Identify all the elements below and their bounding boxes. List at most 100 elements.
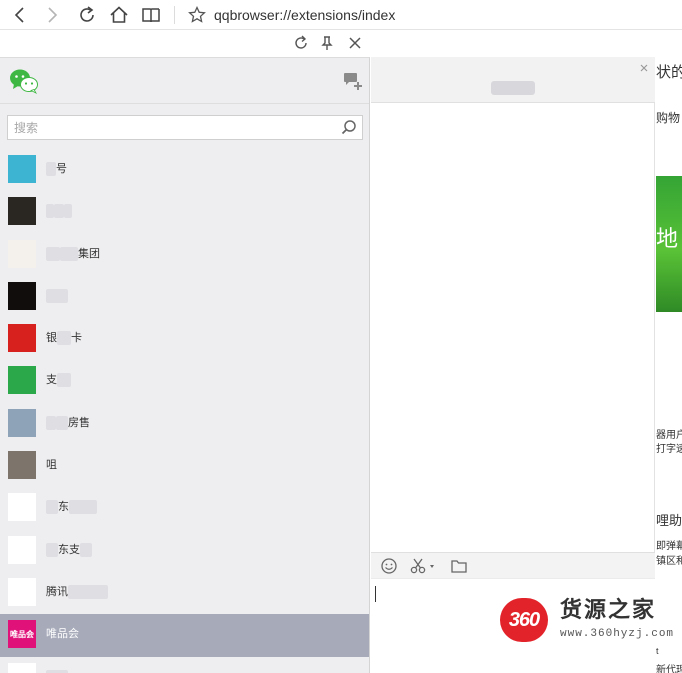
wechat-contact-panel: 号集团银卡支房售咀东东支腾讯唯品会 唯品会 [0, 57, 370, 673]
contact-name-text: 唯品会 [46, 628, 79, 641]
search-box [7, 115, 363, 140]
contact-name: 集团 [46, 246, 100, 261]
banner-text: 地 [656, 226, 679, 251]
contact-name: 东支 [46, 542, 92, 557]
page-text-fragment: 哩助 [656, 513, 682, 528]
contact-list-item[interactable]: 东 [0, 487, 369, 529]
contact-list-item[interactable] [0, 191, 369, 233]
redacted-text [46, 204, 54, 219]
page-text-fragment: 新代理 [656, 665, 682, 673]
chat-title-redacted [491, 81, 535, 95]
chat-window [371, 57, 655, 673]
search-icon[interactable] [340, 119, 357, 136]
forward-icon[interactable] [41, 4, 63, 26]
chat-close-icon[interactable] [639, 60, 649, 72]
redacted-text [68, 584, 108, 599]
screenshot-icon[interactable] [409, 557, 437, 575]
contact-avatar [8, 155, 36, 183]
contact-name [46, 669, 68, 673]
extension-header [0, 30, 370, 57]
watermark-badge-text: 360 [508, 608, 540, 631]
page-text-fragment: t [656, 646, 659, 656]
page-text-fragment: 即弹幕 [656, 541, 682, 552]
page-text-fragment: 状的店 [656, 64, 682, 81]
watermark-url: www.360hyzj.com [560, 628, 675, 640]
contact-name [46, 288, 68, 303]
contact-avatar [8, 535, 36, 564]
contact-avatar [8, 408, 36, 437]
extension-refresh-icon[interactable] [292, 34, 310, 52]
contact-avatar [8, 366, 36, 395]
emoji-icon[interactable] [380, 557, 398, 575]
toolbar-separator [174, 6, 175, 24]
contact-avatar [8, 493, 36, 522]
contact-avatar [8, 239, 36, 268]
page-text-fragment: 购物 [656, 111, 681, 125]
contact-name-text: 集团 [78, 247, 100, 260]
redacted-text [69, 500, 97, 515]
page-banner[interactable]: 地 [656, 176, 682, 312]
redacted-text [46, 288, 68, 303]
redacted-text [80, 542, 92, 557]
contact-name-text: 东 [58, 501, 69, 514]
contact-list-item[interactable]: 集团 [0, 234, 369, 276]
contact-name: 号 [46, 162, 67, 176]
contact-name-text: 卡 [71, 332, 82, 345]
redacted-text [46, 415, 56, 430]
avatar-label: 唯品会 [10, 629, 34, 639]
contact-name-text: 咀 [46, 459, 57, 472]
contact-avatar [8, 451, 36, 480]
contact-list-item[interactable]: 号 [0, 149, 369, 191]
watermark: 360 货源之家 www.360hyzj.com [500, 596, 680, 646]
contact-name-text: 东支 [58, 543, 80, 556]
contact-avatar: 唯品会 [8, 620, 36, 649]
background-web-page: 地 状的店购物器用户打字速哩助即弹幕镇区和 t 新代理 [656, 57, 682, 673]
refresh-icon[interactable] [76, 4, 98, 26]
contact-name: 银卡 [46, 331, 82, 346]
contact-list-item[interactable]: 腾讯 [0, 572, 369, 614]
contact-list-item[interactable]: 咀 [0, 445, 369, 487]
reader-icon[interactable] [140, 4, 162, 26]
redacted-text [57, 373, 71, 388]
search-input[interactable] [14, 119, 334, 136]
extension-close-icon[interactable] [346, 34, 364, 52]
wechat-logo-icon [9, 68, 39, 94]
contact-avatar [8, 197, 36, 226]
redacted-text [46, 669, 68, 673]
redacted-text [46, 246, 60, 261]
favorite-star-icon[interactable] [186, 4, 208, 26]
contact-name-text: 支 [46, 374, 57, 387]
wechat-header [0, 58, 369, 104]
chat-toolbar [371, 552, 655, 578]
contact-list-item[interactable]: 房售 [0, 403, 369, 445]
contact-name: 咀 [46, 458, 57, 472]
page-text-fragment: 打字速 [656, 444, 682, 455]
redacted-text [64, 204, 72, 219]
redacted-text [46, 500, 58, 515]
contact-list-item[interactable] [0, 276, 369, 318]
browser-toolbar: qqbrowser://extensions/index [0, 0, 682, 30]
home-icon[interactable] [108, 4, 130, 26]
contact-list-item[interactable] [0, 657, 369, 673]
contact-name-text: 号 [56, 163, 67, 175]
folder-icon[interactable] [450, 557, 468, 575]
pin-icon[interactable] [318, 34, 336, 52]
contact-name [46, 204, 72, 219]
back-icon[interactable] [9, 4, 31, 26]
contact-name: 腾讯 [46, 584, 108, 599]
contact-list: 号集团银卡支房售咀东东支腾讯唯品会 唯品会 [0, 149, 369, 673]
redacted-text [54, 204, 64, 219]
address-bar-url[interactable]: qqbrowser://extensions/index [214, 6, 395, 24]
contact-list-item[interactable]: 银卡 [0, 318, 369, 360]
contact-list-item[interactable]: 东支 [0, 530, 369, 572]
contact-avatar [8, 577, 36, 606]
contact-name: 唯品会 [46, 627, 79, 641]
contact-name-text: 腾讯 [46, 585, 68, 598]
page-text-fragment: 镇区和 [656, 556, 682, 567]
redacted-text [46, 542, 58, 557]
contact-list-item[interactable]: 支 [0, 360, 369, 402]
new-chat-icon[interactable] [342, 71, 364, 91]
page-text-fragment: 器用户 [656, 430, 682, 441]
watermark-name: 货源之家 [560, 597, 657, 622]
contact-list-item[interactable]: 唯品会 唯品会 [0, 614, 369, 657]
